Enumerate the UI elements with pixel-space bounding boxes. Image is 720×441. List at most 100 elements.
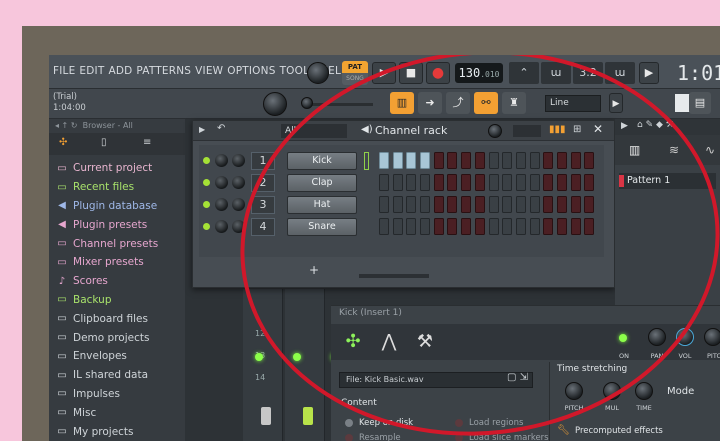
browser-item[interactable]: ▭ Recent files [55,178,158,197]
step-button[interactable] [461,152,472,169]
countdown-icon[interactable]: 3.2 [573,62,603,84]
step-button[interactable] [584,152,595,169]
step-button[interactable] [379,218,389,235]
step-button[interactable] [543,152,554,169]
step-button[interactable] [433,196,444,213]
step-button[interactable] [447,174,458,191]
step-button[interactable] [461,218,472,235]
channel-mute-led[interactable] [203,223,210,230]
step-button[interactable] [447,196,458,213]
step-button[interactable] [502,174,513,191]
pat-song-toggle[interactable]: PAT SONG [342,61,368,85]
step-button[interactable] [420,218,431,235]
browser-item[interactable]: ♪ Scores [55,272,158,291]
misc-tab-icon[interactable]: ⚒ [411,328,439,356]
next-arrow-icon[interactable]: ▶ [639,62,659,84]
record-button[interactable]: ● [426,62,450,84]
mixer-track[interactable]: 12 13 14 [243,289,283,441]
channel-pan-knob[interactable] [215,198,228,211]
step-button[interactable] [420,152,431,169]
piano-roll-button[interactable]: ▥ [390,92,414,114]
step-button[interactable] [392,196,403,213]
channel-name-button[interactable]: Hat [287,196,357,214]
step-button[interactable] [515,174,526,191]
step-button[interactable] [584,174,595,191]
step-button[interactable] [392,152,403,169]
step-button[interactable] [406,152,417,169]
ts-pitch-knob[interactable] [565,382,583,400]
main-pitch-knob[interactable] [263,92,287,116]
step-button[interactable] [433,174,444,191]
channel-mixer-number[interactable]: 1 [251,152,275,170]
menu-view[interactable]: VIEW [195,65,223,77]
rack-grid-icon[interactable]: ⊞ [573,124,581,135]
browser-tab-list-icon[interactable]: ≡ [143,137,151,148]
step-button[interactable] [570,196,581,213]
channel-pan-knob[interactable] [215,176,228,189]
ts-mul-knob[interactable] [603,382,621,400]
browser-item[interactable]: ▭ Mixer presets [55,253,158,272]
step-button[interactable] [502,196,513,213]
step-button[interactable] [543,218,554,235]
step-button[interactable] [420,174,431,191]
step-button[interactable] [379,174,389,191]
step-button[interactable] [488,152,499,169]
mixer-fader[interactable] [261,407,271,425]
step-button[interactable] [543,196,554,213]
step-edit-icon[interactable]: ɯ [605,62,635,84]
pattern-1-item[interactable]: Pattern 1 [619,173,716,189]
view-button[interactable]: ▤ [689,92,711,114]
step-button[interactable] [447,152,458,169]
envelope-tab-icon[interactable]: ⋀ [375,328,403,356]
browser-item[interactable]: ▭ Impulses [55,385,158,404]
browser-item[interactable]: ▭ Demo projects [55,328,158,347]
sample-file-field[interactable]: File: Kick Basic.wav [339,372,533,388]
step-button[interactable] [488,218,499,235]
step-button[interactable] [488,174,499,191]
channel-volume-knob[interactable] [232,176,245,189]
step-button[interactable] [515,152,526,169]
swing-knob[interactable] [488,124,502,138]
hat-button[interactable]: ♜ [502,92,526,114]
browser-item[interactable]: ▭ Channel presets [55,234,158,253]
step-button[interactable] [515,196,526,213]
rack-scrollbar[interactable] [359,274,429,278]
steps-view-icon[interactable]: ▮▮▮ [549,124,566,135]
rack-slider[interactable] [513,125,541,137]
step-button[interactable] [406,174,417,191]
tempo-display[interactable]: 130.010 [455,63,503,83]
load-regions-option[interactable]: Load regions [455,418,523,428]
menu-add[interactable]: ADD [108,65,132,77]
channel-volume-knob[interactable] [232,154,245,167]
master-volume-knob[interactable] [307,62,329,84]
channel-select-indicator[interactable] [364,152,369,170]
pitch-bend-button[interactable]: ⤴ [446,92,470,114]
step-button[interactable] [406,218,417,235]
step-button[interactable] [529,196,540,213]
playlist-menu-icon[interactable]: ▶ [621,121,628,131]
step-button[interactable] [570,152,581,169]
step-button[interactable] [461,196,472,213]
step-button[interactable] [474,196,485,213]
browser-item[interactable]: ▭ Clipboard files [55,309,158,328]
step-button[interactable] [556,196,567,213]
channel-mute-led[interactable] [203,179,210,186]
step-button[interactable] [515,218,526,235]
channel-pan-knob[interactable] [648,328,666,346]
channel-mixer-number[interactable]: 2 [251,174,275,192]
step-button[interactable] [379,152,389,169]
master-pitch-slider[interactable] [309,103,373,106]
step-button[interactable] [529,218,540,235]
step-button[interactable] [570,174,581,191]
browser-item[interactable]: ▭ IL shared data [55,366,158,385]
channel-volume-knob[interactable] [232,198,245,211]
step-button[interactable] [556,174,567,191]
browser-item[interactable]: ▭ Backup [55,291,158,310]
step-button[interactable] [406,196,417,213]
close-icon[interactable]: ✕ [593,122,603,136]
channel-mute-led[interactable] [203,157,210,164]
snap-arrow-icon[interactable]: ▶ [609,93,623,113]
sampler-tab-icon[interactable]: ✣ [339,328,367,356]
channel-mixer-number[interactable]: 3 [251,196,275,214]
playlist-tools-icon[interactable]: ⌂ ✎ ◆ ⚒ [637,120,674,130]
